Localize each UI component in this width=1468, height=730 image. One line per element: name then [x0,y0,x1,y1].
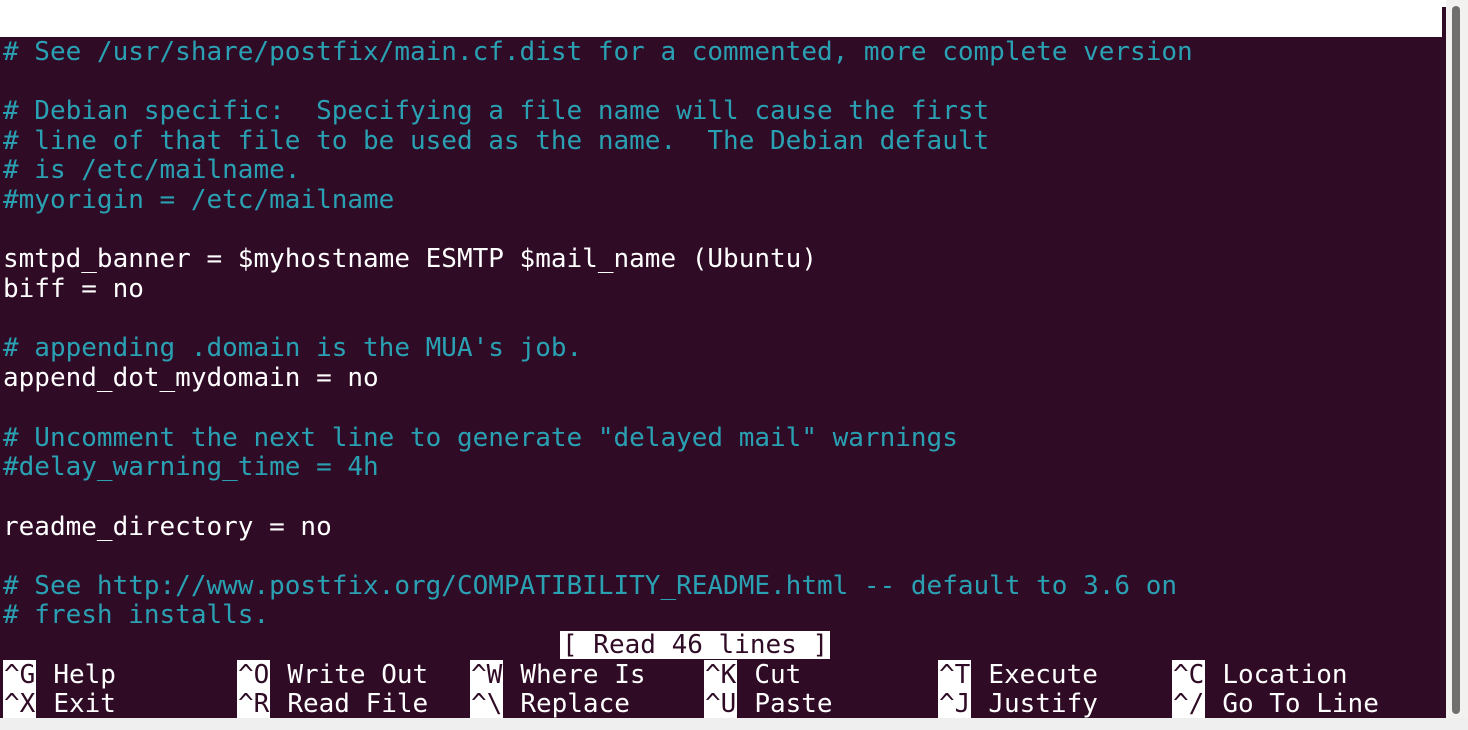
editor-line[interactable]: # appending .domain is the MUA's job. [3,333,582,363]
shortcut-label: Location [1222,660,1348,690]
window-bottom-edge [0,718,1468,730]
editor-line[interactable]: # Uncomment the next line to generate "d… [3,423,958,453]
shortcut-key: ^O [237,660,271,690]
editor-line[interactable]: readme_directory = no [3,512,332,542]
shortcut-key: ^T [938,660,972,690]
editor-line[interactable]: # fresh installs. [3,600,269,630]
editor-line[interactable]: # line of that file to be used as the na… [3,126,989,156]
editor-line[interactable]: # See /usr/share/postfix/main.cf.dist fo… [3,37,1193,67]
vertical-scrollbar[interactable] [1446,0,1468,718]
shortcut-location[interactable]: ^C Location [1172,660,1348,690]
shortcut-label: Write Out [287,660,429,690]
shortcut-key: ^\ [470,689,504,719]
shortcut-key: ^X [3,689,37,719]
shortcut-label: Exit [53,689,116,719]
file-path: /etc/postfix/main.cf [578,67,892,97]
shortcut-key: ^R [237,689,271,719]
window-top-edge [0,0,1446,7]
shortcut-label: Replace [520,689,630,719]
shortcut-key: ^/ [1172,689,1206,719]
scrollbar-thumb[interactable] [1452,6,1460,714]
shortcut-execute[interactable]: ^T Execute [938,660,1098,690]
shortcut-go-to-line[interactable]: ^/ Go To Line [1172,689,1379,719]
shortcut-key: ^U [704,689,738,719]
nano-title-bar: GNU nano 6.2 /etc/postfix/main.cf [0,7,1442,97]
editor-line[interactable]: # Debian specific: Specifying a file nam… [3,96,989,126]
terminal-window[interactable]: GNU nano 6.2 /etc/postfix/main.cf # See … [0,0,1446,730]
shortcut-label: Cut [754,660,802,690]
editor-line[interactable]: append_dot_mydomain = no [3,363,379,393]
status-message: [ Read 46 lines ] [560,630,831,660]
shortcut-exit[interactable]: ^X Exit [3,689,116,719]
shortcut-replace[interactable]: ^\ Replace [470,689,630,719]
shortcut-write-out[interactable]: ^O Write Out [237,660,428,690]
shortcut-paste[interactable]: ^U Paste [704,689,833,719]
shortcut-label: Paste [754,689,833,719]
editor-line[interactable]: smtpd_banner = $myhostname ESMTP $mail_n… [3,244,817,274]
shortcut-label: Read File [287,689,429,719]
shortcut-label: Go To Line [1222,689,1379,719]
editor-line[interactable]: # is /etc/mailname. [3,155,300,185]
shortcut-read-file[interactable]: ^R Read File [237,689,428,719]
editor-line[interactable]: biff = no [3,274,144,304]
shortcut-label: Help [53,660,116,690]
shortcut-label: Justify [988,689,1098,719]
shortcut-key: ^C [1172,660,1206,690]
shortcut-where-is[interactable]: ^W Where Is [470,660,646,690]
shortcut-key: ^J [938,689,972,719]
editor-line[interactable]: #myorigin = /etc/mailname [3,185,394,215]
shortcut-key: ^K [704,660,738,690]
shortcut-label: Where Is [520,660,646,690]
shortcut-key: ^W [470,660,504,690]
shortcut-label: Execute [988,660,1098,690]
shortcut-cut[interactable]: ^K Cut [704,660,801,690]
editor-line[interactable]: # See http://www.postfix.org/COMPATIBILI… [3,571,1177,601]
shortcut-key: ^G [3,660,37,690]
editor-line[interactable]: #delay_warning_time = 4h [3,452,379,482]
shortcut-justify[interactable]: ^J Justify [938,689,1098,719]
shortcut-help[interactable]: ^G Help [3,660,116,690]
